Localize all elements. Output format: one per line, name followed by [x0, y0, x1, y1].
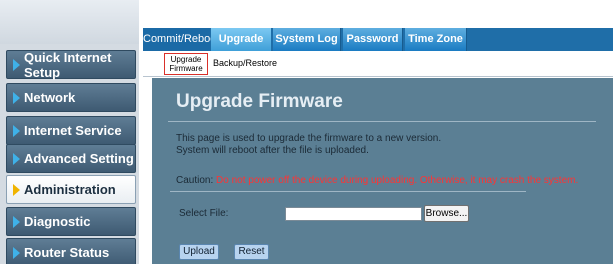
arrow-icon — [13, 183, 20, 196]
tab-system-log[interactable]: System Log — [273, 28, 341, 51]
sidebar-item-router-status[interactable]: Router Status — [6, 238, 136, 264]
description-line-2: System will reboot after the file is upl… — [176, 145, 369, 156]
select-file-label: Select File: — [179, 208, 229, 219]
sidebar-item-advanced-setting[interactable]: Advanced Setting — [6, 144, 136, 173]
subtab-label-line2: Firmware — [169, 64, 203, 73]
main-content: Upgrade Firmware This page is used to up… — [152, 78, 613, 264]
reset-button[interactable]: Reset — [234, 244, 269, 260]
caution-label: Caution: — [176, 175, 214, 186]
page-title: Upgrade Firmware — [176, 91, 343, 112]
caution-message: Caution: Do not power off the device dur… — [176, 175, 578, 186]
sidebar-item-network[interactable]: Network — [6, 83, 136, 112]
sidebar-item-label: Diagnostic — [24, 214, 91, 229]
caution-text: Do not power off the device during uploa… — [216, 175, 579, 186]
file-path-input[interactable] — [285, 207, 422, 221]
subtab-backup-restore[interactable]: Backup/Restore — [213, 58, 277, 68]
arrow-icon — [13, 58, 20, 71]
sidebar: Quick Internet Setup Network Internet Se… — [0, 0, 139, 264]
sidebar-item-label: Internet Service — [24, 123, 122, 138]
sidebar-item-diagnostic[interactable]: Diagnostic — [6, 207, 136, 236]
tab-password[interactable]: Password — [343, 28, 403, 51]
tab-bar: Commit/Reboot Upgrade System Log Passwor… — [143, 28, 613, 51]
arrow-icon — [13, 215, 20, 228]
sidebar-header — [0, 0, 139, 44]
arrow-icon — [13, 91, 20, 104]
subtab-upgrade-firmware[interactable]: Upgrade Firmware — [164, 53, 208, 75]
subtab-bar: Upgrade Firmware Backup/Restore — [143, 51, 613, 77]
upload-button[interactable]: Upload — [179, 244, 219, 260]
description-line-1: This page is used to upgrade the firmwar… — [176, 133, 442, 144]
tab-commit-reboot[interactable]: Commit/Reboot — [143, 28, 219, 51]
tab-upgrade[interactable]: Upgrade — [211, 28, 271, 51]
subtab-label-line1: Upgrade — [170, 55, 202, 64]
browse-button[interactable]: Browse... — [424, 205, 469, 222]
sidebar-item-label: Router Status — [24, 245, 110, 260]
sidebar-item-label: Administration — [24, 182, 116, 197]
sidebar-item-label: Network — [24, 90, 76, 105]
section-divider — [170, 191, 526, 192]
sidebar-item-label: Quick Internet Setup — [24, 49, 112, 80]
sidebar-item-administration[interactable]: Administration — [6, 175, 136, 204]
sidebar-item-quick-internet-setup[interactable]: Quick Internet Setup — [6, 49, 136, 80]
arrow-icon — [13, 246, 20, 259]
arrow-icon — [13, 124, 20, 137]
arrow-icon — [13, 152, 20, 165]
tab-time-zone[interactable]: Time Zone — [405, 28, 467, 51]
sidebar-item-internet-service[interactable]: Internet Service — [6, 116, 136, 145]
sidebar-item-label: Advanced Setting — [24, 151, 134, 166]
title-divider — [168, 121, 596, 122]
